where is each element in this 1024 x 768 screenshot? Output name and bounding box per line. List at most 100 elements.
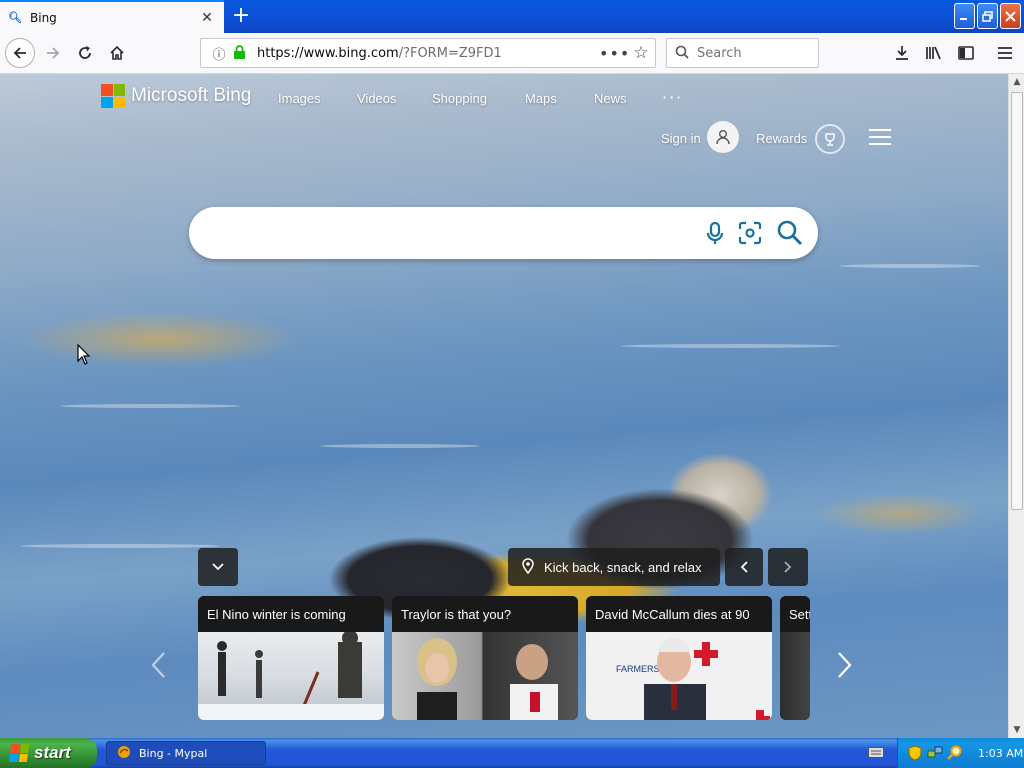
bing-favicon-icon: 🔍︎ bbox=[8, 11, 22, 24]
card-image bbox=[780, 632, 810, 720]
water-ripple bbox=[840, 264, 980, 268]
reload-button[interactable] bbox=[70, 39, 100, 67]
start-button[interactable]: start bbox=[0, 738, 97, 768]
home-icon bbox=[110, 45, 124, 60]
sign-in-link[interactable]: Sign in bbox=[661, 131, 701, 146]
card-image bbox=[198, 630, 384, 720]
news-card[interactable]: Sett bbox=[780, 596, 810, 720]
carousel-prev-icon[interactable] bbox=[148, 650, 172, 684]
microsoft-logo-icon bbox=[101, 84, 125, 108]
close-icon bbox=[1005, 10, 1016, 22]
nav-images[interactable]: Images bbox=[278, 91, 321, 106]
rewards-trophy-icon[interactable] bbox=[815, 124, 845, 154]
visual-search-icon[interactable] bbox=[736, 219, 764, 247]
search-submit-icon[interactable] bbox=[775, 218, 805, 248]
keyboard-icon[interactable] bbox=[868, 746, 884, 760]
home-button[interactable] bbox=[102, 39, 132, 67]
search-icon bbox=[675, 45, 691, 62]
scroll-up-icon[interactable]: ▲ bbox=[1009, 74, 1024, 90]
mypal-browser-icon bbox=[117, 745, 133, 762]
carousel-next-icon[interactable] bbox=[835, 650, 859, 684]
bookmark-star-icon[interactable]: ☆ bbox=[627, 43, 655, 63]
microsoft-bing-logo[interactable]: Microsoft Bing bbox=[101, 84, 251, 108]
info-icon[interactable]: ⓘ bbox=[209, 44, 229, 63]
chevron-down-icon bbox=[212, 563, 224, 571]
collapse-feed-button[interactable] bbox=[198, 548, 238, 586]
next-image-button[interactable] bbox=[768, 548, 808, 586]
rewards-link[interactable]: Rewards bbox=[756, 131, 807, 146]
card-headline: Sett bbox=[780, 596, 810, 632]
more-nav-button[interactable]: ··· bbox=[662, 88, 683, 107]
network-icon[interactable] bbox=[926, 745, 944, 761]
tab-close-icon[interactable]: ✕ bbox=[198, 9, 216, 27]
user-avatar-icon[interactable] bbox=[707, 121, 739, 153]
microphone-icon[interactable] bbox=[701, 219, 729, 247]
nav-shopping[interactable]: Shopping bbox=[432, 91, 487, 106]
chevron-left-icon bbox=[740, 561, 748, 573]
card-image: FARMERS bbox=[586, 632, 772, 720]
bing-homepage: Microsoft Bing Images Videos Shopping Ma… bbox=[0, 74, 1008, 738]
minimize-icon bbox=[960, 17, 967, 20]
downloads-button[interactable] bbox=[887, 39, 917, 67]
clock[interactable]: 1:03 AM bbox=[978, 747, 1023, 760]
url-bar[interactable]: ⓘ https://www.bing.com/?FORM=Z9FD1 ••• ☆ bbox=[200, 38, 656, 68]
location-pin-icon bbox=[522, 557, 534, 577]
library-button[interactable] bbox=[919, 39, 949, 67]
arrow-left-icon bbox=[13, 47, 26, 59]
url-text[interactable]: https://www.bing.com/?FORM=Z9FD1 bbox=[257, 46, 599, 61]
open-menu-button[interactable] bbox=[990, 39, 1020, 67]
news-card[interactable]: Traylor is that you? bbox=[392, 596, 578, 720]
water-ripple bbox=[320, 444, 480, 448]
nav-maps[interactable]: Maps bbox=[525, 91, 557, 106]
navigation-toolbar: ⓘ https://www.bing.com/?FORM=Z9FD1 ••• ☆… bbox=[0, 33, 1024, 74]
minimize-button[interactable] bbox=[954, 3, 975, 29]
search-tray-icon[interactable] bbox=[946, 745, 964, 761]
sidebar-button[interactable] bbox=[951, 39, 981, 67]
bing-settings-menu-icon[interactable] bbox=[869, 129, 891, 147]
taskbar-item-label: Bing - Mypal bbox=[139, 746, 208, 760]
download-icon bbox=[896, 46, 908, 60]
page-actions-icon[interactable]: ••• bbox=[599, 44, 629, 63]
card-image bbox=[392, 632, 578, 720]
lock-icon[interactable] bbox=[233, 44, 251, 62]
water-ripple bbox=[20, 544, 220, 548]
restore-button[interactable] bbox=[977, 3, 998, 29]
chevron-right-icon bbox=[784, 561, 792, 573]
tab-title: Bing bbox=[30, 10, 57, 25]
close-window-button[interactable] bbox=[1000, 3, 1021, 29]
card-headline: El Nino winter is coming bbox=[198, 596, 384, 632]
library-icon bbox=[926, 46, 941, 60]
tab-bing[interactable]: 🔍︎ Bing ✕ bbox=[0, 0, 224, 33]
taskbar-item-bing[interactable]: Bing - Mypal bbox=[106, 741, 266, 765]
reload-icon bbox=[79, 46, 91, 59]
previous-image-button[interactable] bbox=[725, 548, 763, 586]
back-button[interactable] bbox=[5, 38, 35, 68]
sidebar-icon bbox=[958, 46, 974, 60]
water-ripple bbox=[620, 344, 840, 348]
nav-news[interactable]: News bbox=[594, 91, 627, 106]
nav-videos[interactable]: Videos bbox=[357, 91, 397, 106]
image-caption[interactable]: Kick back, snack, and relax bbox=[508, 548, 720, 586]
card-headline: David McCallum dies at 90 bbox=[586, 596, 772, 632]
mouse-cursor-icon bbox=[77, 344, 91, 365]
news-card[interactable]: David McCallum dies at 90 FARMERS bbox=[586, 596, 772, 720]
card-headline: Traylor is that you? bbox=[392, 596, 578, 632]
brand-name: Microsoft Bing bbox=[131, 85, 252, 106]
vertical-scrollbar[interactable]: ▲ ▼ bbox=[1008, 74, 1024, 738]
svg-text:FARMERS: FARMERS bbox=[616, 664, 660, 674]
tab-strip: 🔍︎ Bing ✕ + bbox=[0, 0, 1024, 33]
forward-button[interactable] bbox=[38, 39, 68, 67]
hamburger-menu-icon bbox=[998, 47, 1012, 59]
search-bar[interactable]: Search bbox=[666, 38, 819, 68]
caption-text: Kick back, snack, and relax bbox=[544, 559, 702, 575]
restore-icon bbox=[982, 10, 993, 22]
scroll-down-icon[interactable]: ▼ bbox=[1009, 722, 1024, 738]
bing-search-box[interactable] bbox=[189, 207, 818, 259]
water-ripple bbox=[60, 404, 240, 408]
new-tab-button[interactable]: + bbox=[228, 4, 254, 30]
search-placeholder: Search bbox=[697, 45, 742, 61]
security-shield-icon[interactable] bbox=[906, 745, 924, 761]
news-card[interactable]: El Nino winter is coming bbox=[198, 596, 384, 720]
arrow-right-icon bbox=[47, 47, 60, 59]
scrollbar-thumb[interactable] bbox=[1011, 92, 1023, 510]
